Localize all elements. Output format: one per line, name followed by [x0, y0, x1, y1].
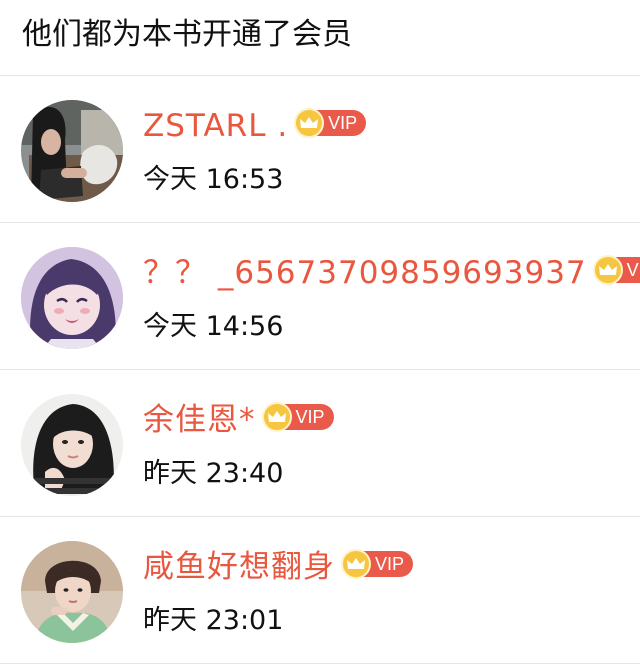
member-name[interactable]: 咸鱼好想翻身	[143, 549, 335, 586]
page-header: 他们都为本书开通了会员	[0, 0, 640, 76]
member-row[interactable]: 咸鱼好想翻身 VIP 昨天 23:01	[0, 517, 640, 664]
crown-icon	[261, 401, 292, 432]
avatar-photo-icon	[21, 541, 123, 643]
crown-icon	[341, 548, 371, 579]
avatar-anime-icon	[21, 247, 123, 349]
member-name[interactable]: 余佳恩*	[143, 402, 256, 439]
name-line: ZSTARL . VIP	[143, 107, 367, 145]
vip-label: VIP	[626, 259, 640, 280]
avatar[interactable]	[21, 394, 123, 496]
avatar-photo-icon	[21, 394, 123, 496]
member-time: 今天 16:53	[143, 164, 284, 195]
vip-badge: VIP	[261, 401, 334, 432]
crown-icon	[592, 254, 623, 285]
vip-label: VIP	[375, 553, 405, 574]
vip-badge: VIP	[341, 548, 414, 579]
name-line: 余佳恩* VIP	[143, 401, 334, 439]
member-time: 昨天 23:40	[143, 458, 284, 489]
member-row[interactable]: 余佳恩* VIP 昨天 23:40	[0, 370, 640, 517]
vip-label: VIP	[295, 406, 325, 427]
member-time: 今天 14:56	[143, 311, 284, 342]
page-title: 他们都为本书开通了会员	[22, 16, 352, 52]
member-row[interactable]: ZSTARL . VIP 今天 16:53	[0, 76, 640, 223]
crown-icon	[294, 107, 325, 138]
avatar[interactable]	[21, 541, 123, 643]
avatar[interactable]	[21, 247, 123, 349]
member-name[interactable]: ？？ _65673709859693937	[143, 255, 587, 292]
vip-badge: VIP	[294, 107, 367, 138]
vip-label: VIP	[328, 112, 358, 133]
avatar[interactable]	[21, 100, 123, 202]
avatar-photo-icon	[21, 100, 123, 202]
member-time: 昨天 23:01	[143, 605, 284, 636]
name-line: 咸鱼好想翻身 VIP	[143, 548, 414, 586]
member-name[interactable]: ZSTARL .	[143, 108, 288, 145]
member-row[interactable]: ？？ _65673709859693937 VIP 今天 14:56	[0, 223, 640, 370]
name-line: ？？ _65673709859693937 VIP	[143, 254, 640, 292]
vip-badge: VIP	[592, 254, 640, 285]
member-list: ZSTARL . VIP 今天 16:53 ？？ _65673709859693…	[0, 76, 640, 664]
